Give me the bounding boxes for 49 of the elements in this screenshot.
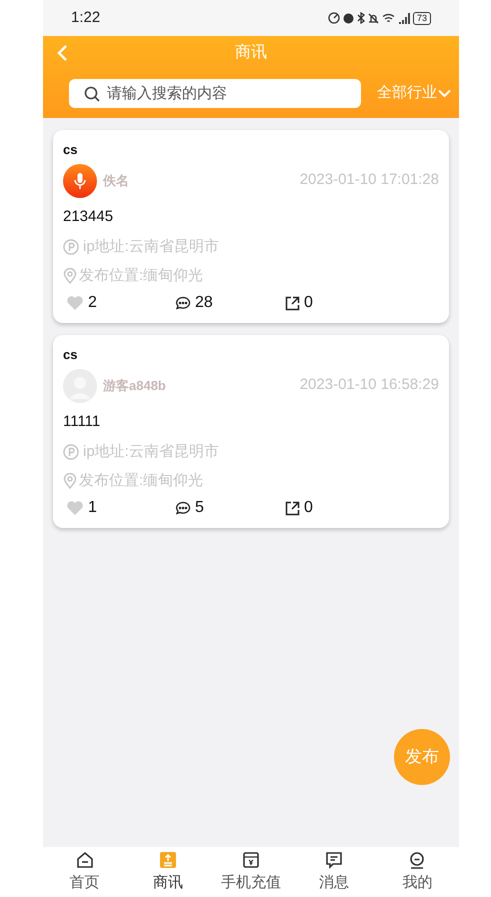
- post-time: 2023-01-10 16:58:29: [300, 375, 439, 396]
- comment-icon[interactable]: [175, 296, 191, 310]
- bluetooth-icon: [356, 12, 365, 24]
- location-pin-icon: [63, 472, 77, 489]
- share-count: 0: [304, 498, 313, 518]
- author-name: 游客a848b: [103, 376, 166, 395]
- post-card[interactable]: cs 佚名 2023-01-10 17:01:28 213445 ip地址:云南省昆明市 发布位置:缅甸仰光 2 28 0: [53, 130, 449, 323]
- speedometer-icon: [328, 12, 340, 24]
- post-title: cs: [63, 141, 78, 159]
- signal-icon: [398, 12, 410, 24]
- tab-bar-item[interactable]: 首页: [43, 850, 126, 894]
- share-icon[interactable]: [285, 500, 300, 516]
- post-title: cs: [63, 346, 78, 364]
- like-count: 1: [88, 498, 97, 518]
- ip-icon: [63, 444, 79, 460]
- search-field[interactable]: 请输入搜索的内容: [69, 79, 361, 108]
- post-location: 发布位置:缅甸仰光: [79, 266, 204, 286]
- tab-bar-item[interactable]: 消息: [292, 850, 376, 894]
- tab-bar-item[interactable]: 商讯: [126, 850, 210, 894]
- post-content: 11111: [63, 412, 102, 432]
- comment-count: 5: [195, 498, 204, 518]
- post-content: 213445: [63, 206, 114, 226]
- home-icon: [74, 850, 95, 870]
- tab-bar-item[interactable]: 手机充值: [209, 850, 293, 894]
- like-count: 2: [88, 293, 97, 313]
- comment-count: 28: [195, 293, 213, 313]
- location-pin-icon: [63, 268, 77, 284]
- share-count: 0: [304, 293, 313, 313]
- chevron-down-icon: [438, 89, 451, 98]
- ip-address: ip地址:云南省昆明市: [83, 442, 219, 462]
- ip-icon: [63, 239, 79, 256]
- post-time: 2023-01-10 17:01:28: [300, 170, 439, 190]
- wifi-icon: [382, 13, 395, 23]
- ip-address: ip地址:云南省昆明市: [83, 237, 219, 257]
- share-icon[interactable]: [285, 296, 300, 310]
- post-card[interactable]: cs 游客a848b 2023-01-10 16:58:29 11111 ip地址:云南省昆明市 发布位置:缅甸仰光 1 5 0: [53, 335, 449, 528]
- microphone-avatar: [63, 164, 97, 198]
- news-icon: [158, 850, 178, 870]
- battery-level: 73: [412, 12, 431, 24]
- author-name: 佚名: [103, 172, 129, 190]
- wallet-icon: [241, 850, 261, 870]
- tab-bar-item[interactable]: 我的: [376, 850, 460, 894]
- search-icon: [84, 86, 100, 102]
- post-location: 发布位置:缅甸仰光: [79, 470, 204, 490]
- muted-bell-icon: [368, 12, 379, 24]
- message-icon: [324, 850, 344, 870]
- status-time: 1:22: [71, 8, 100, 28]
- comment-icon[interactable]: [175, 501, 191, 515]
- page-title: 商讯: [235, 42, 267, 63]
